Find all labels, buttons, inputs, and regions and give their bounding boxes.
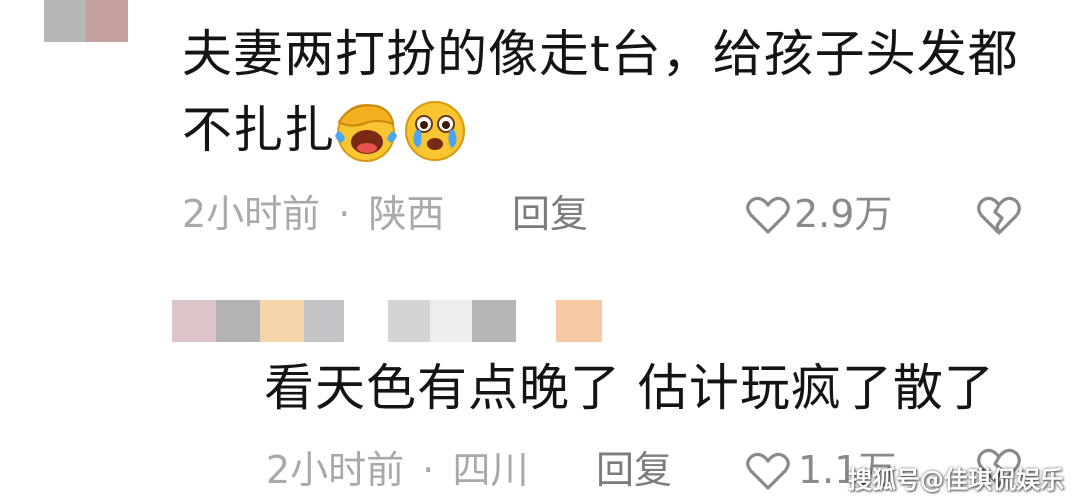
crying-emoji-icon xyxy=(405,101,465,161)
pixel-block xyxy=(304,300,344,342)
comment-meta: 2小时前 · 陕西 xyxy=(182,190,444,238)
comment-location: 陕西 xyxy=(368,192,445,236)
meta-separator: · xyxy=(422,448,435,492)
heart-outline-icon xyxy=(746,196,790,234)
broken-heart-icon[interactable] xyxy=(976,194,1022,236)
meta-separator: · xyxy=(338,192,351,236)
comment-location: 四川 xyxy=(452,448,529,492)
reply-button[interactable]: 回复 xyxy=(596,446,672,494)
pixel-block xyxy=(430,300,472,342)
like-count: 2.9万 xyxy=(794,192,893,236)
pixel-block xyxy=(216,300,260,342)
pixel-block xyxy=(388,300,430,342)
facepalm-laughing-emoji-icon xyxy=(335,104,397,162)
pixel-block xyxy=(472,300,516,342)
comment-time: 2小时前 xyxy=(182,192,321,236)
watermark: 搜狐号@佳琪侃娱乐 xyxy=(848,466,1064,494)
comment-time: 2小时前 xyxy=(266,448,405,492)
pixel-block xyxy=(172,300,216,342)
comment-meta: 2小时前 · 四川 xyxy=(266,446,528,494)
comment-text-line-1: 看天色有点晚了 估计玩疯了散了 xyxy=(264,359,995,417)
pixel-block xyxy=(86,0,128,42)
heart-outline-icon xyxy=(746,452,790,490)
comment-text-line-2: 不扎扎 xyxy=(182,101,335,159)
pixel-block xyxy=(260,300,304,342)
reply-button[interactable]: 回复 xyxy=(512,190,588,238)
comment-text-line-1: 夫妻两打扮的像走t台，给孩子头发都 xyxy=(182,25,1019,83)
pixel-block xyxy=(556,300,602,342)
pixel-block xyxy=(44,0,86,42)
